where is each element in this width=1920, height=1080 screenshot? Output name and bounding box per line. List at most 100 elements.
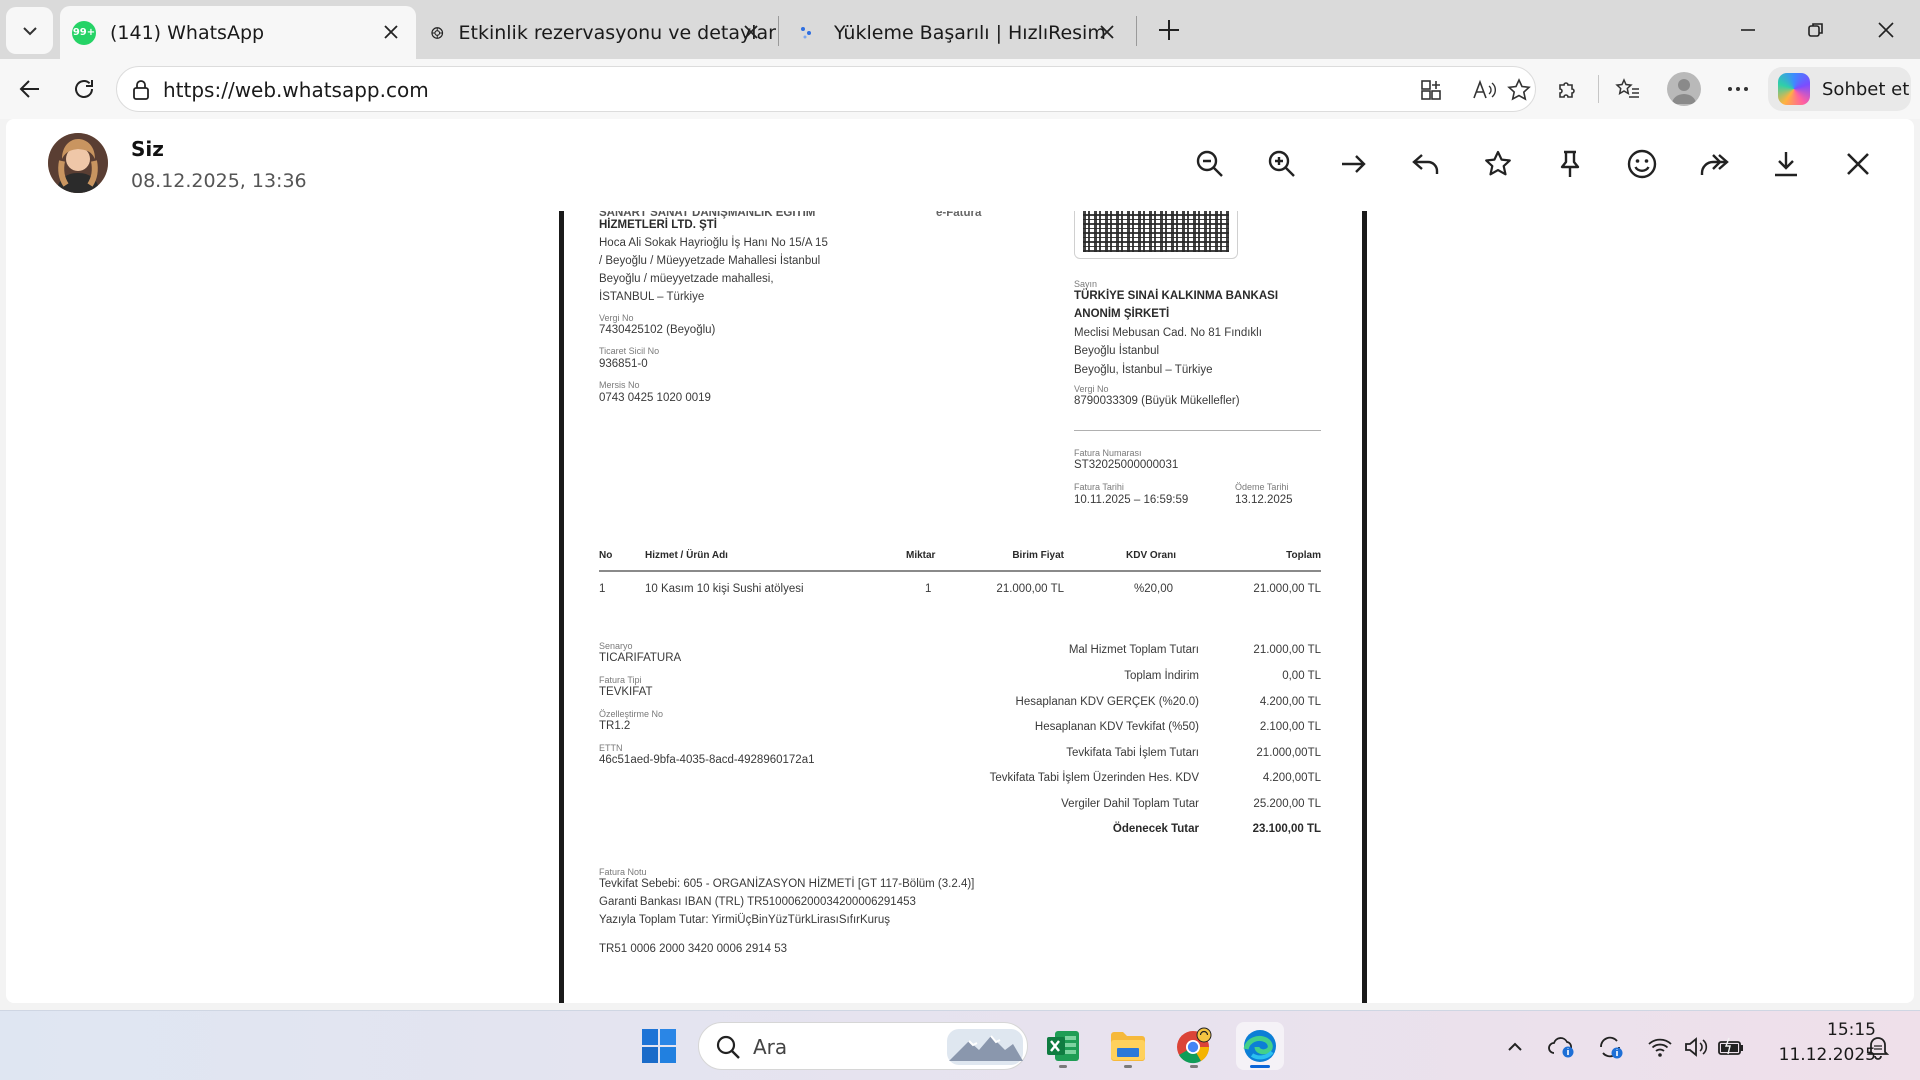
running-indicator (1059, 1065, 1067, 1068)
app-available-button[interactable] (1415, 74, 1447, 106)
copilot-label: Sohbet et (1822, 78, 1910, 100)
tab-actions-menu-button[interactable] (6, 7, 53, 54)
invoice-date-label: Fatura Tarihi (1074, 482, 1124, 492)
reply-button[interactable] (1405, 143, 1447, 185)
whatsapp-icon: 99+ (72, 20, 96, 45)
running-indicator (1190, 1065, 1198, 1068)
taskbar-excel[interactable] (1039, 1022, 1087, 1070)
avatar[interactable] (48, 133, 108, 193)
close-window-button[interactable] (1866, 10, 1906, 50)
address-bar[interactable]: https://web.whatsapp.com (116, 66, 1536, 112)
total-value: 25.200,00 TL (1253, 798, 1321, 810)
favorites-button[interactable] (1608, 69, 1648, 109)
url-text[interactable]: https://web.whatsapp.com (163, 78, 429, 102)
zoom-out-button[interactable] (1189, 143, 1231, 185)
new-tab-button[interactable] (1152, 13, 1186, 47)
read-aloud-button[interactable] (1469, 74, 1501, 106)
volume-status[interactable] (1682, 1033, 1710, 1061)
due-date-label: Ödeme Tarihi (1235, 482, 1289, 492)
total-value: 4.200,00TL (1262, 772, 1321, 784)
windows-icon (642, 1029, 676, 1063)
total-value: 21.000,00TL (1256, 747, 1321, 759)
puzzle-icon (1559, 82, 1575, 98)
show-hidden-icons-button[interactable] (1501, 1033, 1529, 1061)
clock-time[interactable]: 15:15 (1800, 1020, 1876, 1040)
seller-tax-label: Vergi No (599, 313, 634, 323)
table-cell: 21.000,00 TL (1253, 583, 1321, 595)
tab-whatsapp[interactable]: 99+ (141) WhatsApp (60, 6, 416, 59)
invoice-no-label: Fatura Numarası (1074, 448, 1142, 458)
sender-name: Siz (131, 137, 164, 161)
folder-icon (1111, 1032, 1145, 1061)
seller-trade-reg: 936851-0 (599, 358, 648, 370)
onedrive-status[interactable] (1548, 1033, 1576, 1061)
close-icon (1847, 153, 1869, 175)
minimize-button[interactable] (1728, 10, 1768, 50)
back-button[interactable] (10, 69, 50, 109)
react-button[interactable] (1621, 143, 1663, 185)
forward-button[interactable] (1693, 143, 1735, 185)
invoice-no: ST32025000000031 (1074, 459, 1179, 471)
reply-icon (1412, 154, 1439, 174)
clock-date[interactable]: 11.12.2025 (1766, 1045, 1876, 1065)
extensions-button[interactable] (1548, 69, 1588, 109)
close-icon (744, 25, 758, 39)
tab-close-button[interactable] (1096, 21, 1118, 43)
table-header: KDV Oranı (1126, 550, 1177, 561)
network-status[interactable] (1646, 1033, 1674, 1061)
refresh-button[interactable] (64, 69, 104, 109)
favorites-list-icon (1615, 78, 1639, 98)
excel-icon (1047, 1031, 1079, 1061)
lock-icon (133, 80, 149, 100)
star-message-button[interactable] (1477, 143, 1519, 185)
refresh-icon (75, 80, 93, 98)
buyer-address-line: Meclisi Mebusan Cad. No 81 Fındıklı (1074, 327, 1262, 339)
tab-close-button[interactable] (380, 21, 402, 43)
search-highlight-icon (947, 1029, 1023, 1065)
tab-separator (778, 16, 779, 46)
taskbar-edge[interactable] (1236, 1022, 1284, 1070)
battery-status[interactable] (1717, 1033, 1745, 1061)
favorite-button[interactable] (1503, 74, 1535, 106)
seller-address-line: İSTANBUL – Türkiye (599, 291, 705, 303)
table-header-rule (599, 570, 1321, 572)
taskbar-search[interactable]: Ara (698, 1022, 1028, 1070)
edge-icon (1243, 1030, 1276, 1062)
tab-close-button[interactable] (740, 21, 762, 43)
table-header: Birim Fiyat (1012, 550, 1064, 561)
plus-icon (1159, 20, 1179, 40)
browser-toolbar: https://web.whatsapp.com Sohbet et (0, 59, 1920, 119)
buyer-label: Sayın (1074, 279, 1098, 289)
download-button[interactable] (1765, 143, 1807, 185)
seller-mersis-label: Mersis No (599, 380, 640, 390)
settings-more-button[interactable] (1718, 69, 1758, 109)
tab-etkinlik[interactable]: Etkinlik rezervasyonu ve detaylar (416, 6, 776, 59)
taskbar-chrome[interactable] (1170, 1022, 1218, 1070)
pin-message-button[interactable] (1549, 143, 1591, 185)
minimize-icon (1741, 29, 1755, 31)
zoom-out-icon (1196, 150, 1223, 177)
search-placeholder: Ara (753, 1035, 788, 1059)
chatgpt-icon (431, 26, 444, 39)
meta-label: Fatura Tipi (599, 675, 642, 685)
copilot-chat-button[interactable]: Sohbet et (1768, 67, 1911, 111)
close-viewer-button[interactable] (1837, 143, 1879, 185)
note-line: Garanti Bankası IBAN (TRL) TR51000620003… (599, 896, 916, 908)
table-cell: 1 (925, 583, 932, 595)
due-date: 13.12.2025 (1235, 494, 1293, 506)
tab-hizliresim[interactable]: Yükleme Başarılı | HızlıResim (780, 6, 1132, 59)
seller-tax-no: 7430425102 (Beyoğlu) (599, 324, 716, 336)
sync-status[interactable] (1597, 1033, 1625, 1061)
go-to-message-button[interactable] (1333, 143, 1375, 185)
message-timestamp: 08.12.2025, 13:36 (131, 170, 307, 192)
note-label: Fatura Notu (599, 867, 647, 877)
start-button[interactable] (635, 1022, 683, 1070)
zoom-in-button[interactable] (1261, 143, 1303, 185)
meta-value: TEVKIFAT (599, 686, 653, 698)
taskbar-file-explorer[interactable] (1104, 1022, 1152, 1070)
restore-button[interactable] (1796, 10, 1836, 50)
sync-icon (1600, 1036, 1623, 1059)
hizliresim-icon (801, 26, 811, 38)
star-icon (1507, 78, 1531, 101)
profile-button[interactable] (1667, 72, 1701, 106)
